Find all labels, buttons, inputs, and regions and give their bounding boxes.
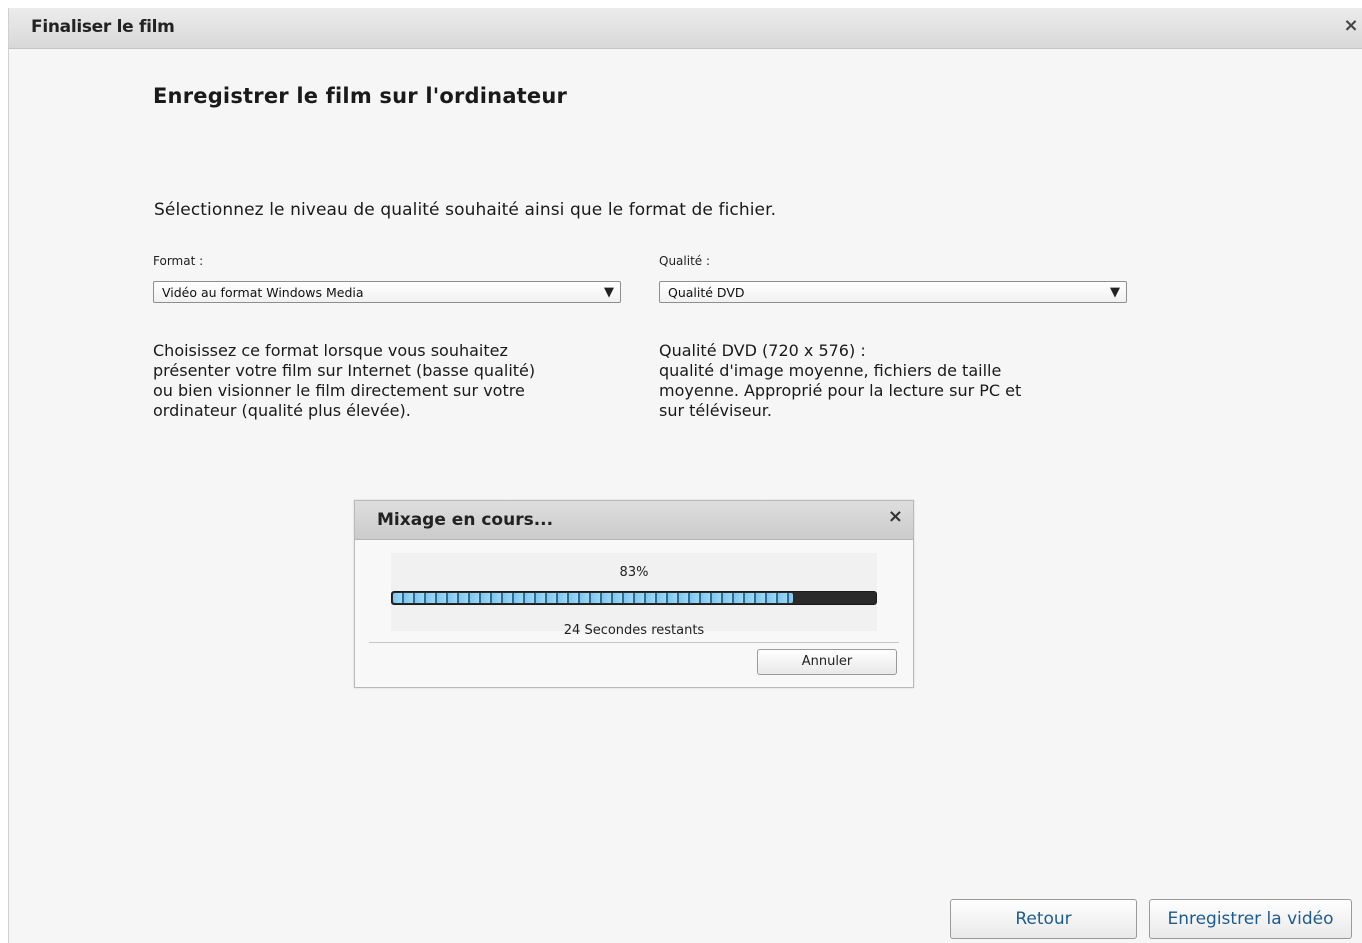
quality-select-value: Qualité DVD bbox=[668, 285, 745, 300]
quality-description: Qualité DVD (720 x 576) : qualité d'imag… bbox=[659, 341, 1129, 421]
format-description-line: Choisissez ce format lorsque vous souhai… bbox=[153, 341, 508, 360]
finalize-movie-window: Finaliser le film × Enregistrer le film … bbox=[8, 8, 1362, 943]
dialog-title: Mixage en cours... bbox=[377, 510, 554, 530]
format-description-line: ou bien visionner le film directement su… bbox=[153, 381, 525, 400]
progress-percent: 83% bbox=[619, 565, 649, 580]
save-video-button[interactable]: Enregistrer la vidéo bbox=[1149, 899, 1352, 939]
page-heading: Enregistrer le film sur l'ordinateur bbox=[153, 84, 568, 108]
format-description: Choisissez ce format lorsque vous souhai… bbox=[153, 341, 623, 421]
quality-description-line: qualité d'image moyenne, fichiers de tai… bbox=[659, 361, 1002, 380]
quality-description-line: sur téléviseur. bbox=[659, 401, 772, 420]
format-label: Format : bbox=[153, 254, 204, 268]
progress-bar bbox=[391, 591, 877, 605]
quality-description-line: moyenne. Approprié pour la lecture sur P… bbox=[659, 381, 1022, 400]
chevron-down-icon: ▼ bbox=[604, 285, 614, 300]
mixing-progress-dialog: Mixage en cours... × 83% 24 Secondes res… bbox=[354, 500, 914, 688]
quality-label: Qualité : bbox=[659, 254, 711, 268]
back-button[interactable]: Retour bbox=[950, 899, 1137, 939]
progress-bar-fill bbox=[393, 593, 793, 603]
dialog-close-icon[interactable]: × bbox=[888, 506, 903, 527]
format-select[interactable]: Vidéo au format Windows Media ▼ bbox=[153, 281, 621, 303]
window-titlebar: Finaliser le film × bbox=[9, 8, 1362, 49]
quality-description-line: Qualité DVD (720 x 576) : bbox=[659, 341, 866, 360]
dialog-divider bbox=[369, 642, 899, 643]
window-title: Finaliser le film bbox=[31, 17, 175, 37]
chevron-down-icon: ▼ bbox=[1110, 285, 1120, 300]
format-description-line: ordinateur (qualité plus élevée). bbox=[153, 401, 411, 420]
progress-area: 83% 24 Secondes restants bbox=[391, 553, 877, 638]
cancel-button[interactable]: Annuler bbox=[757, 649, 897, 675]
quality-select[interactable]: Qualité DVD ▼ bbox=[659, 281, 1127, 303]
format-select-value: Vidéo au format Windows Media bbox=[162, 285, 364, 300]
window-close-icon[interactable]: × bbox=[1341, 14, 1361, 38]
dialog-titlebar: Mixage en cours... × bbox=[355, 501, 913, 540]
format-description-line: présenter votre film sur Internet (basse… bbox=[153, 361, 536, 380]
time-remaining: 24 Secondes restants bbox=[563, 623, 705, 638]
instruction-text: Sélectionnez le niveau de qualité souhai… bbox=[154, 200, 777, 220]
